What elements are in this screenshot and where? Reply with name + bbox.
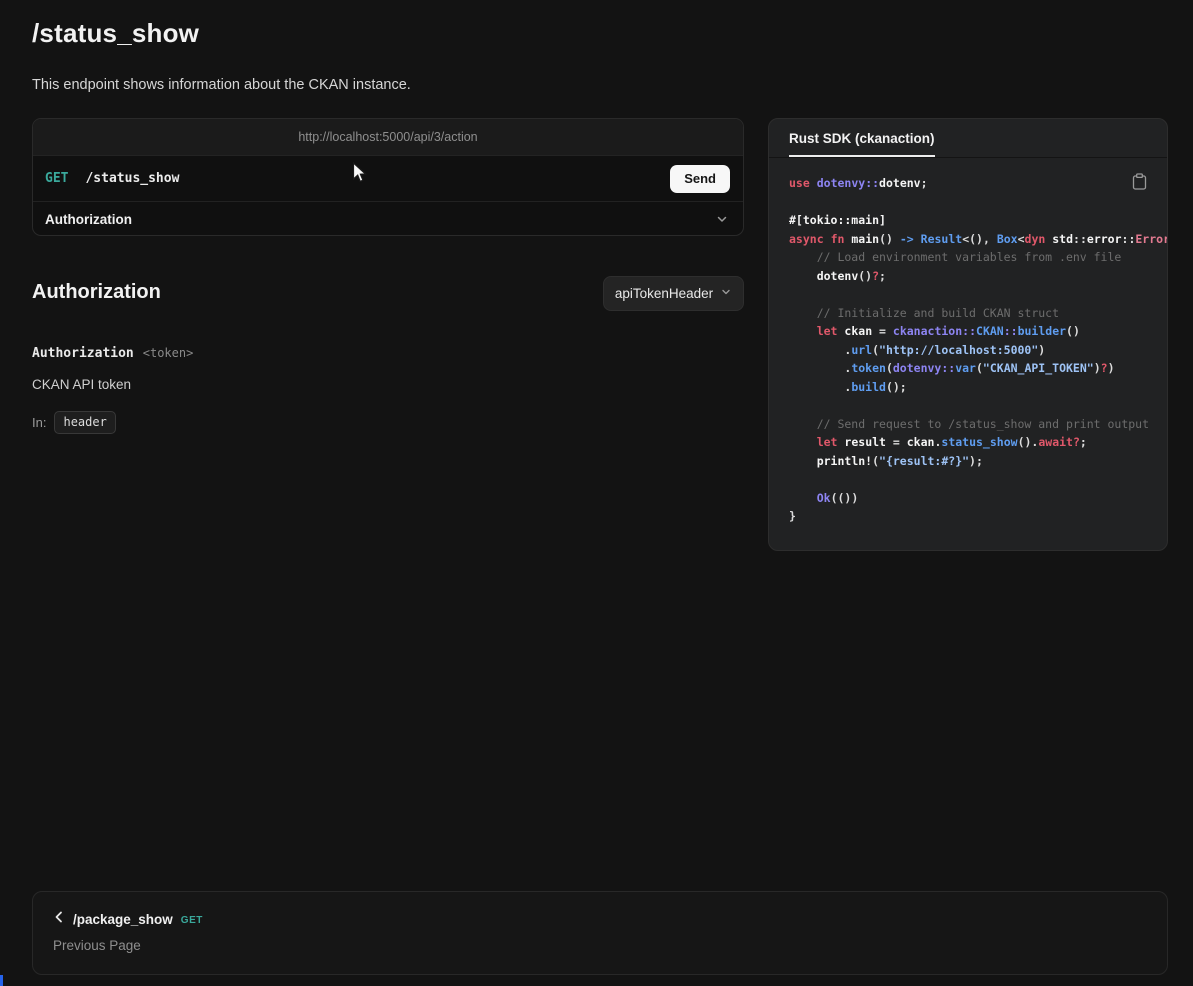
request-row: GET /status_show Send — [33, 156, 743, 201]
previous-page-label: Previous Page — [53, 938, 1147, 953]
code-block: use dotenvy::dotenv; #[tokio::main]async… — [789, 174, 1167, 526]
copy-code-button[interactable] — [1128, 169, 1151, 197]
auth-in-value-badge: header — [54, 411, 115, 434]
scroll-indicator — [0, 975, 3, 986]
chevron-down-icon — [720, 286, 732, 301]
send-button[interactable]: Send — [670, 165, 730, 193]
tab-rust-sdk[interactable]: Rust SDK (ckanaction) — [789, 131, 935, 157]
auth-param-name: Authorization — [32, 346, 134, 361]
mouse-cursor-icon — [352, 162, 367, 189]
authorization-row-label: Authorization — [45, 212, 132, 227]
auth-scheme-select[interactable]: apiTokenHeader — [603, 276, 744, 311]
request-playground-card: http://localhost:5000/api/3/action GET /… — [32, 118, 744, 236]
base-url-bar[interactable]: http://localhost:5000/api/3/action — [33, 119, 743, 156]
base-url-text: http://localhost:5000/api/3/action — [298, 130, 477, 144]
code-panel-header: Rust SDK (ckanaction) — [769, 119, 1167, 158]
code-sample-panel: Rust SDK (ckanaction) use dotenvy::doten… — [768, 118, 1168, 551]
page-title: /status_show — [32, 18, 199, 49]
authorization-collapsible-row[interactable]: Authorization — [33, 201, 743, 236]
code-area: use dotenvy::dotenv; #[tokio::main]async… — [769, 158, 1167, 526]
previous-page-path: /package_show — [73, 912, 173, 927]
auth-in-label: In: — [32, 415, 46, 430]
previous-page-top-row: /package_show GET — [53, 910, 1147, 929]
auth-param-row: Authorization <token> — [32, 346, 193, 361]
clipboard-icon — [1132, 178, 1147, 193]
chevron-left-icon — [53, 910, 65, 929]
previous-page-link[interactable]: /package_show GET Previous Page — [32, 891, 1168, 975]
endpoint-description: This endpoint shows information about th… — [32, 77, 411, 93]
authorization-section-heading: Authorization — [32, 281, 161, 304]
previous-page-method-badge: GET — [181, 915, 203, 926]
endpoint-path: /status_show — [85, 171, 179, 186]
api-reference-page: /status_show This endpoint shows informa… — [0, 0, 1193, 986]
method-badge: GET — [45, 171, 68, 186]
chevron-down-icon — [715, 212, 729, 226]
auth-scheme-selected-value: apiTokenHeader — [615, 286, 713, 301]
auth-param-type: <token> — [143, 346, 194, 360]
auth-in-row: In: header — [32, 411, 116, 434]
auth-param-description: CKAN API token — [32, 377, 131, 392]
